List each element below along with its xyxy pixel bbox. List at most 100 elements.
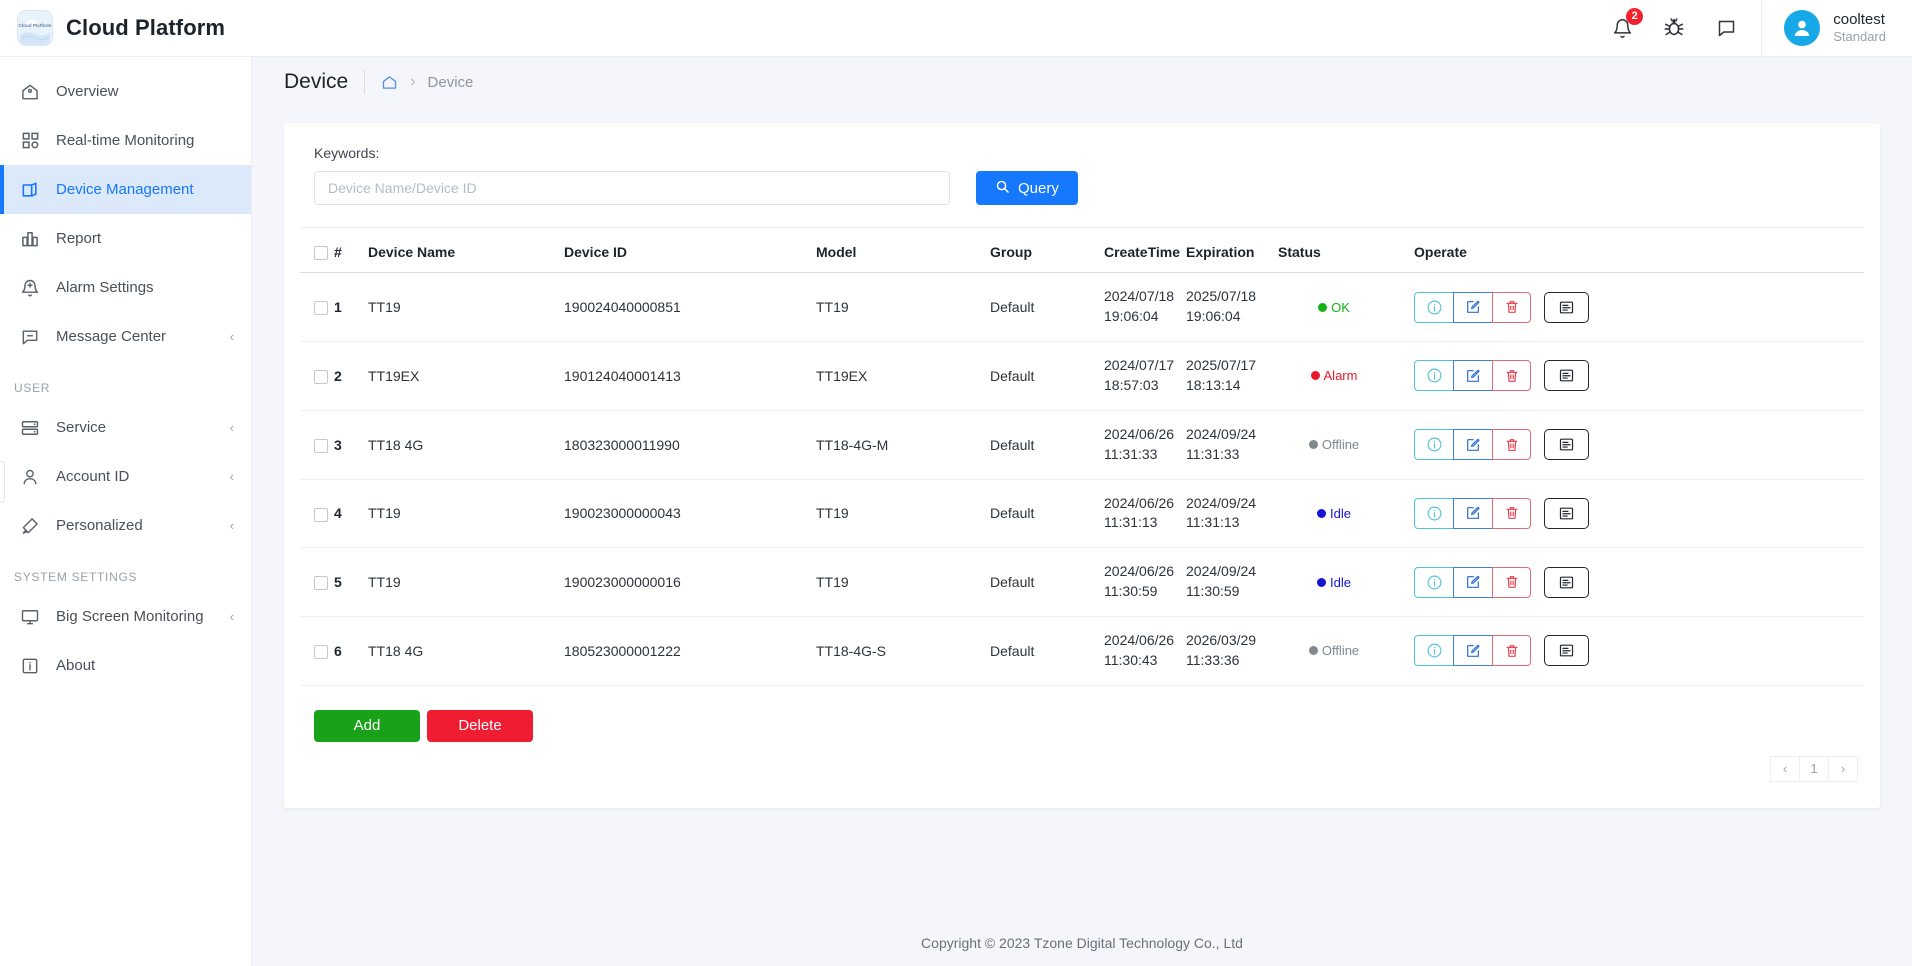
query-button[interactable]: Query — [976, 171, 1078, 205]
delete-icon[interactable] — [1492, 360, 1531, 392]
delete-button[interactable]: Delete — [427, 709, 533, 742]
cell-expiration: 2025/07/18 19:06:04 — [1186, 272, 1278, 343]
log-icon[interactable] — [1544, 429, 1589, 461]
create-time: 11:31:33 — [1104, 445, 1158, 462]
row-checkbox[interactable] — [314, 438, 328, 453]
operate-buttons — [1414, 429, 1864, 461]
sidebar-item-alarm-settings[interactable]: Alarm Settings — [0, 263, 251, 312]
app-body: Overview Real-time Monitoring Device Man… — [0, 57, 1912, 966]
info-icon[interactable] — [1414, 497, 1453, 529]
row-checkbox[interactable] — [314, 507, 328, 522]
info-icon[interactable] — [1414, 291, 1453, 323]
expire-time: 11:31:33 — [1186, 445, 1240, 462]
cell-expiration: 2024/09/24 11:30:59 — [1186, 547, 1278, 618]
row-checkbox[interactable] — [314, 301, 328, 316]
row-index: 4 — [334, 505, 342, 522]
delete-icon[interactable] — [1492, 429, 1531, 461]
col-device-id[interactable]: Device ID — [564, 228, 816, 274]
sidebar-item-label: Alarm Settings — [56, 279, 154, 296]
table-head: # Device Name Device ID Model Group Crea… — [300, 228, 1864, 274]
status-dot — [1318, 302, 1328, 312]
log-icon[interactable] — [1544, 497, 1589, 529]
sidebar-item-message-center[interactable]: Message Center ‹ — [0, 312, 251, 361]
expire-date: 2025/07/18 — [1186, 288, 1257, 305]
add-button[interactable]: Add — [314, 709, 420, 742]
row-checkbox[interactable] — [314, 370, 328, 385]
operate-button-group — [1414, 566, 1531, 598]
main-content: Device › Device Keywords: Device Name/De… — [252, 57, 1912, 966]
home-icon[interactable] — [381, 74, 398, 91]
info-icon[interactable] — [1414, 360, 1453, 392]
brand[interactable]: Cloud Platform Cloud Platform — [0, 0, 252, 56]
sidebar-item-big-screen-monitoring[interactable]: Big Screen Monitoring ‹ — [0, 592, 251, 641]
edit-icon[interactable] — [1453, 497, 1492, 529]
delete-icon[interactable] — [1492, 635, 1531, 667]
message-icon[interactable] — [1713, 15, 1739, 41]
table-row: 6 TT18 4G 180523000001222 TT18-4G-S Defa… — [300, 616, 1864, 686]
user-name: cooltest — [1833, 10, 1885, 28]
row-checkbox[interactable] — [314, 576, 328, 591]
expire-date: 2024/09/24 — [1186, 494, 1257, 511]
sidebar-collapse-handle[interactable] — [0, 461, 5, 503]
info-icon[interactable] — [1414, 429, 1453, 461]
col-expiration[interactable]: Expiration — [1186, 228, 1278, 274]
row-select-cell — [300, 616, 334, 686]
sidebar-item-device-management[interactable]: Device Management — [0, 165, 251, 214]
expire-time: 19:06:04 — [1186, 308, 1241, 325]
operate-buttons — [1414, 566, 1864, 598]
user-meta: cooltest Standard — [1833, 11, 1886, 46]
search-input[interactable] — [314, 171, 950, 205]
cell-status: Idle — [1278, 479, 1414, 549]
info-icon[interactable] — [1414, 566, 1453, 598]
expire-time: 11:30:59 — [1186, 583, 1240, 600]
edit-icon[interactable] — [1453, 360, 1492, 392]
operate-button-group — [1414, 429, 1531, 461]
col-index[interactable]: # — [334, 228, 368, 274]
log-icon[interactable] — [1544, 635, 1589, 667]
monitor-icon — [19, 606, 41, 628]
cell-model: TT18-4G-M — [816, 410, 990, 480]
log-icon[interactable] — [1544, 566, 1589, 598]
edit-icon[interactable] — [1453, 566, 1492, 598]
log-icon[interactable] — [1544, 360, 1589, 392]
delete-icon[interactable] — [1492, 497, 1531, 529]
chat-icon — [19, 326, 41, 348]
info-icon[interactable] — [1414, 635, 1453, 667]
sidebar-item-report[interactable]: Report — [0, 214, 251, 263]
cell-device-id: 190124040001413 — [564, 341, 816, 411]
col-model[interactable]: Model — [816, 228, 990, 274]
cell-status: Alarm — [1278, 341, 1414, 411]
col-group[interactable]: Group — [990, 228, 1104, 274]
sidebar-item-personalized[interactable]: Personalized ‹ — [0, 501, 251, 550]
cell-group: Default — [990, 272, 1104, 343]
delete-icon[interactable] — [1492, 566, 1531, 598]
sidebar-item-overview[interactable]: Overview — [0, 67, 251, 116]
cell-model: TT19EX — [816, 341, 990, 411]
pagination-next[interactable]: › — [1828, 755, 1858, 782]
bug-icon[interactable] — [1661, 15, 1687, 41]
cell-device-id: 180323000011990 — [564, 410, 816, 480]
user-menu[interactable]: cooltest Standard — [1784, 10, 1912, 46]
row-checkbox[interactable] — [314, 645, 328, 660]
pagination-page-1[interactable]: 1 — [1799, 755, 1829, 782]
select-all-checkbox[interactable] — [314, 246, 328, 261]
table-row: 5 TT19 190023000000016 TT19 Default 2024… — [300, 547, 1864, 618]
col-create-time[interactable]: CreateTime — [1104, 228, 1186, 274]
col-operate[interactable]: Operate — [1414, 228, 1864, 274]
device-icon — [19, 179, 41, 201]
edit-icon[interactable] — [1453, 291, 1492, 323]
log-icon[interactable] — [1544, 291, 1589, 323]
sidebar-item-real-time-monitoring[interactable]: Real-time Monitoring — [0, 116, 251, 165]
notification-badge: 2 — [1626, 8, 1644, 25]
info-square-icon — [19, 655, 41, 677]
sidebar-item-account-id[interactable]: Account ID ‹ — [0, 452, 251, 501]
sidebar-item-service[interactable]: Service ‹ — [0, 403, 251, 452]
edit-icon[interactable] — [1453, 635, 1492, 667]
delete-icon[interactable] — [1492, 291, 1531, 323]
bell-icon[interactable]: 2 — [1609, 8, 1644, 41]
pagination-prev[interactable]: ‹ — [1770, 755, 1800, 782]
edit-icon[interactable] — [1453, 429, 1492, 461]
col-device-name[interactable]: Device Name — [368, 228, 564, 274]
col-status[interactable]: Status — [1278, 228, 1414, 274]
sidebar-item-about[interactable]: About — [0, 641, 251, 690]
